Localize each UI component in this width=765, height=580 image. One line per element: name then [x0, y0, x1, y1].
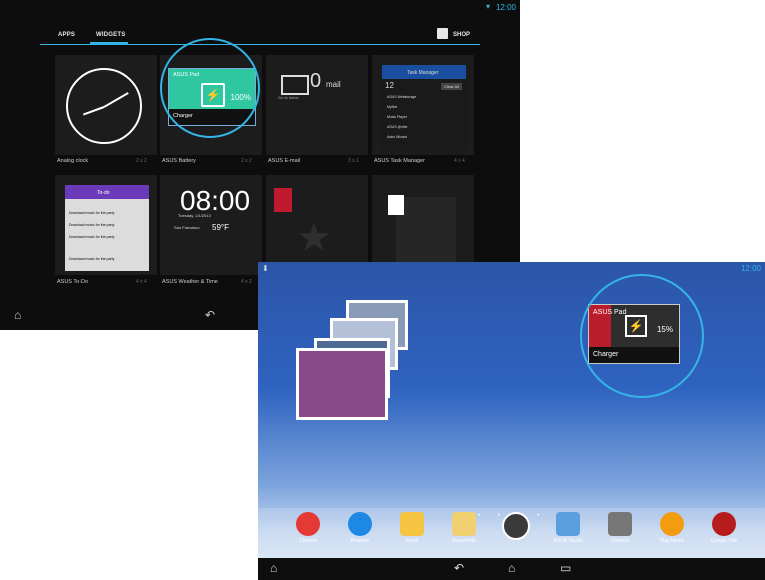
- app-label: Email: [405, 538, 419, 544]
- widget-size: 4 x 4: [454, 158, 465, 164]
- notebook-icon: [452, 512, 476, 536]
- widget-label: ASUS To-Do: [57, 279, 89, 285]
- app-email[interactable]: Email: [390, 512, 434, 556]
- clock-face-icon: [66, 68, 142, 144]
- todo-title: To-do: [97, 190, 110, 196]
- gallery-photo-main[interactable]: [296, 348, 388, 420]
- weather-city: San Francisco: [174, 225, 200, 230]
- gallery-icon: [556, 512, 580, 536]
- widget-asus-email[interactable]: 0 mail Go to Inbox: [266, 55, 368, 155]
- task-manager-title: Task Manager: [407, 70, 439, 76]
- app-supernote[interactable]: SuperNote: [442, 512, 486, 556]
- widget-label: ASUS Task Manager: [374, 158, 425, 164]
- status-time: 12:00: [495, 3, 516, 12]
- widget-size: 4 x 4: [136, 279, 147, 285]
- widget-asus-weather-time[interactable]: 08:00 Tuesday, 1/1/2013 San Francisco 59…: [160, 175, 262, 275]
- widget-label: ASUS Battery: [162, 158, 196, 164]
- clear-all-button: Clear All: [441, 83, 462, 90]
- back-icon[interactable]: ↶: [454, 561, 464, 575]
- widget-size: 2 x 2: [241, 158, 252, 164]
- talk-icon: [712, 512, 736, 536]
- clock-minute-hand: [82, 106, 105, 116]
- document-star-icon: [388, 195, 404, 215]
- app-chrome[interactable]: Chrome: [286, 512, 330, 556]
- task-row: MyNet: [387, 105, 398, 109]
- home-button-icon[interactable]: ⌂: [508, 561, 515, 575]
- app-drawer[interactable]: [494, 512, 538, 556]
- widget-analog-clock[interactable]: [55, 55, 157, 155]
- envelope-icon: [281, 75, 309, 95]
- weather-date: Tuesday, 1/1/2013: [178, 213, 211, 218]
- app-label: Camera: [611, 538, 629, 544]
- todo-row: Download music for the party: [69, 223, 115, 227]
- widget-bookmark[interactable]: ★: [266, 175, 368, 275]
- status-time: 12:00: [740, 264, 761, 273]
- email-count: 0: [310, 70, 322, 92]
- bookmark-star-icon: [274, 188, 292, 212]
- widget-label: ASUS Weather & Time: [162, 279, 218, 285]
- todo-row: Download music for the party: [69, 257, 115, 261]
- task-manager-card: Task Manager 12 Clear All ASUS Webstorag…: [382, 65, 466, 151]
- highlight-circle: [580, 274, 704, 398]
- todo-card: To-do Download music for the party Downl…: [65, 185, 149, 271]
- task-row: ASUS Webstorage: [387, 95, 417, 99]
- app-google-talk[interactable]: Google Talk: [702, 512, 746, 556]
- widget-label: ASUS E-mail: [268, 158, 301, 164]
- widget-size: 2 x 2: [136, 158, 147, 164]
- home-icon[interactable]: ⌂: [270, 561, 277, 575]
- tab-widgets[interactable]: WIDGETS: [96, 32, 125, 38]
- widget-size: 3 x 1: [348, 158, 359, 164]
- email-icon: [400, 512, 424, 536]
- app-asus-studio[interactable]: ASUS Studio: [546, 512, 590, 556]
- widget-document[interactable]: [372, 175, 474, 275]
- camera-icon: [608, 512, 632, 536]
- email-word: mail: [326, 80, 341, 89]
- navigation-bar: ⌂ ↶ ⌂ ▭: [258, 558, 765, 580]
- headphones-icon: [660, 512, 684, 536]
- app-label: Google Talk: [710, 538, 738, 544]
- task-row: Astro Wizard: [387, 135, 408, 139]
- clock-hour-hand: [103, 92, 129, 108]
- weather-temp: 59°F: [212, 223, 229, 232]
- home-icon[interactable]: ⌂: [14, 308, 21, 322]
- widget-asus-todo[interactable]: To-do Download music for the party Downl…: [55, 175, 157, 275]
- app-label: ASUS Studio: [553, 538, 583, 544]
- app-browser[interactable]: Browser: [338, 512, 382, 556]
- app-label: Play Music: [659, 538, 685, 544]
- app-label: Browser: [350, 538, 370, 544]
- app-label: Chrome: [299, 538, 317, 544]
- todo-row: Download music for the party: [69, 211, 115, 215]
- task-manager-header: Task Manager: [382, 65, 466, 79]
- app-play-music[interactable]: Play Music: [650, 512, 694, 556]
- active-tab-indicator: [90, 42, 128, 45]
- task-row: Music Player: [387, 115, 408, 119]
- todo-row: Download music for the party: [69, 235, 115, 239]
- app-camera[interactable]: Camera: [598, 512, 642, 556]
- widget-asus-task-manager[interactable]: Task Manager 12 Clear All ASUS Webstorag…: [372, 55, 474, 155]
- tab-apps[interactable]: APPS: [58, 32, 75, 38]
- home-screen: ⬇ 12:00 ASUS Pad ⚡ 15% Charger • • • • •…: [258, 262, 765, 580]
- globe-icon: [348, 512, 372, 536]
- wifi-icon: ▾: [485, 2, 490, 11]
- widget-size: 4 x 2: [241, 279, 252, 285]
- app-label: SuperNote: [452, 538, 476, 544]
- shop-label: SHOP: [453, 32, 471, 38]
- highlight-circle: [160, 38, 260, 138]
- email-goto-inbox: Go to Inbox: [278, 95, 299, 100]
- recent-apps-icon[interactable]: ▭: [560, 561, 571, 575]
- star-icon: ★: [296, 216, 332, 260]
- widget-label: Analog clock: [57, 158, 89, 164]
- shop-bag-icon: [437, 28, 448, 39]
- todo-header: To-do: [65, 185, 149, 199]
- task-count: 12: [385, 81, 394, 90]
- document-icon: [396, 197, 456, 263]
- back-icon[interactable]: ↶: [205, 308, 215, 322]
- download-icon: ⬇: [262, 264, 269, 273]
- task-row: ASUS @vibe: [387, 125, 408, 129]
- apps-grid-icon: [502, 512, 530, 540]
- chrome-icon: [296, 512, 320, 536]
- status-bar: ▾ 12:00: [0, 0, 520, 14]
- app-dock: Chrome Browser Email SuperNote ASUS Stud…: [258, 508, 765, 558]
